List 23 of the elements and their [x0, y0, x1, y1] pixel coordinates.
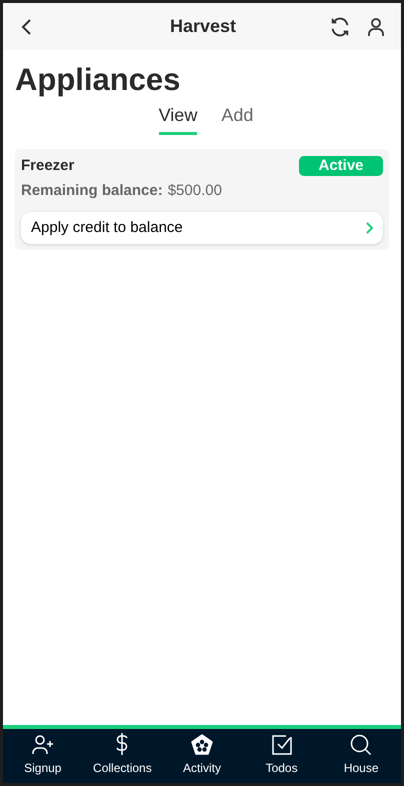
nav-tab[interactable]: Collections — [82, 729, 162, 783]
balance-amount: $500.00 — [168, 180, 222, 200]
balance-label: Remaining balance: — [21, 180, 163, 200]
nav-tab[interactable]: Signup — [3, 729, 83, 783]
page-title: Appliances — [14, 61, 182, 99]
tab[interactable]: View — [158, 102, 198, 135]
search-icon — [350, 734, 372, 756]
nav-tab[interactable]: Activity — [162, 729, 242, 783]
appliance-name: Freezer — [21, 156, 74, 176]
nav-tab[interactable]: House — [321, 729, 401, 783]
back-icon[interactable] — [19, 18, 33, 36]
person-add-icon — [30, 734, 55, 756]
tab[interactable]: Add — [221, 102, 254, 135]
nav-tab[interactable]: Todos — [242, 729, 322, 783]
window-title: Harvest — [170, 15, 236, 38]
dollar-icon — [115, 732, 130, 756]
user-icon[interactable] — [367, 16, 385, 36]
status-badge: Active — [299, 156, 383, 176]
chevron-right-icon — [365, 222, 373, 234]
checkbox-icon — [270, 734, 293, 756]
apply-credit-button[interactable]: Apply credit to balance — [21, 212, 383, 244]
refresh-icon[interactable] — [329, 16, 351, 38]
flower-pentagon-icon — [190, 734, 213, 756]
